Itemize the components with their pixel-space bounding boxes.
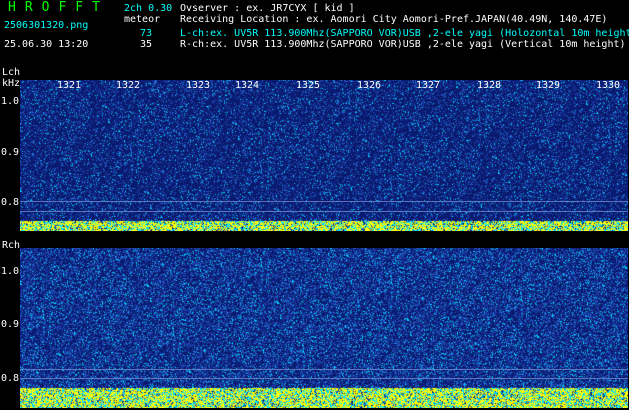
lch-label: Lch bbox=[2, 67, 21, 78]
time-label-1330: 1330 bbox=[596, 80, 621, 91]
rch-info-line: R-ch:ex. UV5R 113.900Mhz(SAPPORO VOR)USB… bbox=[180, 39, 626, 50]
rch-ytick-0-9: 0.9 bbox=[0, 319, 19, 330]
time-label-1326: 1326 bbox=[357, 80, 382, 91]
time-label-1328: 1328 bbox=[477, 80, 502, 91]
datetime-label: 25.06.30 13:20 bbox=[4, 39, 89, 50]
lch-ytick-0-8: 0.8 bbox=[0, 197, 19, 208]
rch-label: Rch bbox=[2, 240, 21, 251]
rch-ytick-1-0: 1.0 bbox=[0, 266, 19, 277]
time-axis: 1321 1322 1323 1324 1325 1326 1327 1328 … bbox=[20, 80, 628, 92]
lch-spectrogram bbox=[20, 80, 628, 231]
meteor-label: meteor bbox=[124, 14, 161, 25]
rch-marker-line-lower bbox=[20, 378, 628, 379]
lch-marker-line-lower bbox=[20, 211, 628, 212]
app-title: HROFFT bbox=[8, 0, 109, 15]
header-bar: HROFFT 2ch 0.30 meteor 2506301320.png 25… bbox=[0, 0, 629, 66]
lch-ytick-1-0: 1.0 bbox=[0, 96, 19, 107]
count-rch: 35 bbox=[139, 39, 152, 50]
time-label-1323: 1323 bbox=[186, 80, 211, 91]
rch-ytick-0-8: 0.8 bbox=[0, 373, 19, 384]
filename-label: 2506301320.png bbox=[4, 20, 89, 31]
time-label-1322: 1322 bbox=[116, 80, 141, 91]
time-label-1325: 1325 bbox=[296, 80, 321, 91]
rch-spectrogram bbox=[20, 248, 628, 408]
lch-ytick-0-9: 0.9 bbox=[0, 147, 19, 158]
lch-marker-line-upper bbox=[20, 201, 628, 202]
lch-spectrogram-canvas bbox=[20, 80, 628, 231]
time-label-1321: 1321 bbox=[57, 80, 82, 91]
khz-unit-label: kHz bbox=[2, 78, 21, 89]
time-label-1327: 1327 bbox=[416, 80, 441, 91]
time-label-1329: 1329 bbox=[536, 80, 561, 91]
rch-marker-line-upper bbox=[20, 369, 628, 370]
rch-spectrogram-canvas bbox=[20, 248, 628, 408]
time-label-1324: 1324 bbox=[235, 80, 260, 91]
receiving-location-line: Receiving Location : ex. Aomori City Aom… bbox=[180, 14, 608, 25]
